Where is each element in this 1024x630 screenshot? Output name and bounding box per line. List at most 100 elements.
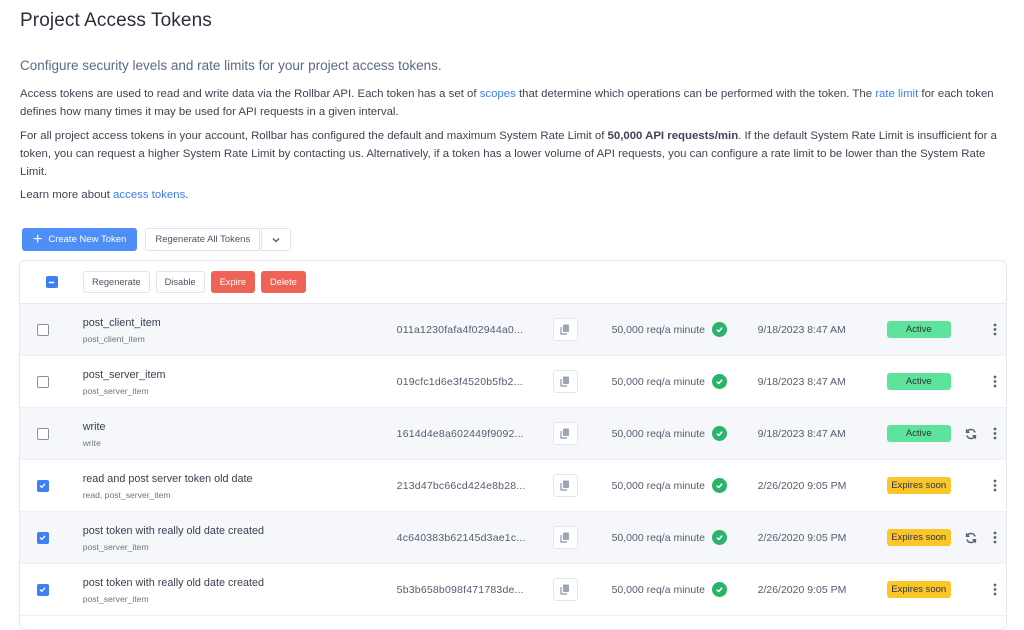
check-circle-icon	[711, 478, 727, 493]
bulk-actions-bar: Regenerate Disable Expire Delete	[20, 261, 1006, 304]
check-circle-icon	[711, 322, 727, 337]
copy-token-button[interactable]	[552, 578, 578, 601]
rate-limit: 50,000 req/a minute	[611, 375, 705, 388]
rate-limit-link[interactable]: rate limit	[875, 88, 918, 100]
copy-icon	[560, 480, 570, 491]
check-circle-icon	[711, 374, 727, 389]
refresh-slot	[958, 428, 984, 440]
scopes-link[interactable]: scopes	[480, 88, 516, 100]
page-title: Project Access Tokens	[20, 10, 212, 31]
check-circle-icon	[711, 582, 727, 597]
checkmark-icon	[39, 483, 46, 489]
token-name: post token with really old date created	[82, 524, 264, 537]
token-name: read and post server token old date	[82, 472, 253, 485]
bulk-delete-button[interactable]: Delete	[260, 271, 306, 293]
token-name: post token with really old date created	[82, 576, 264, 589]
bulk-regenerate-button[interactable]: Regenerate	[83, 271, 150, 293]
token-name: write	[82, 420, 106, 433]
token-value: 5b3b658b098f471783de...	[396, 583, 524, 596]
token-name: post_server_item	[82, 368, 166, 381]
token-scopes: post_server_item	[82, 385, 149, 396]
rate-limit: 50,000 req/a minute	[611, 531, 705, 544]
created-date: 2/26/2020 9:05 PM	[757, 583, 847, 596]
chevron-down-icon	[272, 237, 280, 242]
page-subtitle: Configure security levels and rate limit…	[20, 58, 442, 73]
regenerate-options-dropdown[interactable]	[261, 228, 292, 251]
copy-icon	[560, 428, 570, 439]
create-new-token-button[interactable]: + Create New Token	[22, 228, 138, 251]
token-scopes: write	[82, 437, 101, 448]
check-circle-icon	[711, 426, 727, 441]
rate-limit-paragraph: For all project access tokens in your ac…	[20, 127, 1010, 181]
row-menu-button[interactable]	[984, 427, 1006, 440]
access-tokens-link[interactable]: access tokens	[113, 189, 185, 201]
copy-icon	[560, 584, 570, 595]
row-menu-button[interactable]	[984, 531, 1006, 544]
rate-limit: 50,000 req/a minute	[611, 323, 705, 336]
kebab-menu-icon	[993, 375, 997, 388]
rate-limit: 50,000 req/a minute	[611, 583, 705, 596]
minus-icon	[48, 281, 55, 283]
created-date: 9/18/2023 8:47 AM	[757, 323, 846, 336]
intro-text: Access tokens are used to read and write…	[20, 88, 480, 100]
copy-icon	[560, 324, 570, 335]
copy-token-button[interactable]	[552, 474, 578, 497]
token-name: post_client_item	[82, 316, 161, 329]
created-date: 9/18/2023 8:47 AM	[757, 427, 846, 440]
refresh-icon[interactable]	[965, 532, 977, 544]
intro-text: that determine which operations can be p…	[515, 88, 876, 100]
select-all-checkbox[interactable]	[45, 276, 58, 288]
row-checkbox[interactable]	[36, 479, 49, 492]
row-checkbox[interactable]	[36, 531, 49, 544]
row-menu-button[interactable]	[984, 323, 1006, 336]
bulk-disable-button[interactable]: Disable	[155, 271, 205, 293]
token-rows: post_client_item post_client_item 011a12…	[20, 304, 1006, 616]
status-badge: Expires soon	[886, 581, 951, 598]
learn-more: Learn more about access tokens.	[20, 189, 188, 201]
row-checkbox[interactable]	[36, 375, 49, 388]
row-menu-button[interactable]	[984, 479, 1006, 492]
token-value: 011a1230fafa4f02944a0...	[396, 323, 524, 336]
copy-token-button[interactable]	[552, 370, 578, 393]
rate-limit: 50,000 req/a minute	[611, 427, 705, 440]
row-checkbox[interactable]	[36, 427, 49, 440]
plus-icon: +	[33, 230, 43, 248]
row-checkbox[interactable]	[36, 583, 49, 596]
token-row: read and post server token old date read…	[20, 460, 1006, 512]
created-date: 2/26/2020 9:05 PM	[757, 479, 847, 492]
rate-limit: 50,000 req/a minute	[611, 479, 705, 492]
copy-token-button[interactable]	[552, 422, 578, 445]
token-row: post token with really old date created …	[20, 512, 1006, 564]
rate-limit-text: For all project access tokens in your ac…	[20, 130, 608, 142]
copy-icon	[560, 532, 570, 543]
copy-token-button[interactable]	[552, 318, 578, 341]
kebab-menu-icon	[993, 583, 997, 596]
token-value: 019cfc1d6e3f4520b5fb2...	[396, 375, 523, 388]
create-new-token-label: Create New Token	[48, 234, 127, 245]
token-scopes: read, post_server_item	[82, 489, 171, 500]
intro-paragraph: Access tokens are used to read and write…	[20, 85, 1010, 121]
kebab-menu-icon	[993, 479, 997, 492]
checkmark-icon	[39, 535, 46, 541]
row-menu-button[interactable]	[984, 583, 1006, 596]
token-row: post_server_item post_server_item 019cfc…	[20, 356, 1006, 408]
token-value: 213d47bc66cd424e8b28...	[396, 479, 526, 492]
status-badge: Active	[886, 425, 951, 442]
kebab-menu-icon	[993, 323, 997, 336]
kebab-menu-icon	[993, 531, 997, 544]
learn-more-text: Learn more about	[20, 189, 114, 201]
token-scopes: post_client_item	[82, 333, 145, 344]
refresh-icon[interactable]	[965, 428, 977, 440]
rate-limit-value: 50,000 API requests/min	[607, 130, 739, 142]
row-checkbox[interactable]	[36, 323, 49, 336]
copy-token-button[interactable]	[552, 526, 578, 549]
token-value: 4c640383b62145d3ae1c...	[396, 531, 526, 544]
created-date: 2/26/2020 9:05 PM	[757, 531, 847, 544]
bulk-expire-button[interactable]: Expire	[210, 271, 255, 293]
copy-icon	[560, 376, 570, 387]
token-scopes: post_server_item	[82, 593, 149, 604]
status-badge: Expires soon	[886, 477, 951, 494]
regenerate-all-tokens-button[interactable]: Regenerate All Tokens	[145, 228, 261, 251]
refresh-slot	[958, 532, 984, 544]
row-menu-button[interactable]	[984, 375, 1006, 388]
